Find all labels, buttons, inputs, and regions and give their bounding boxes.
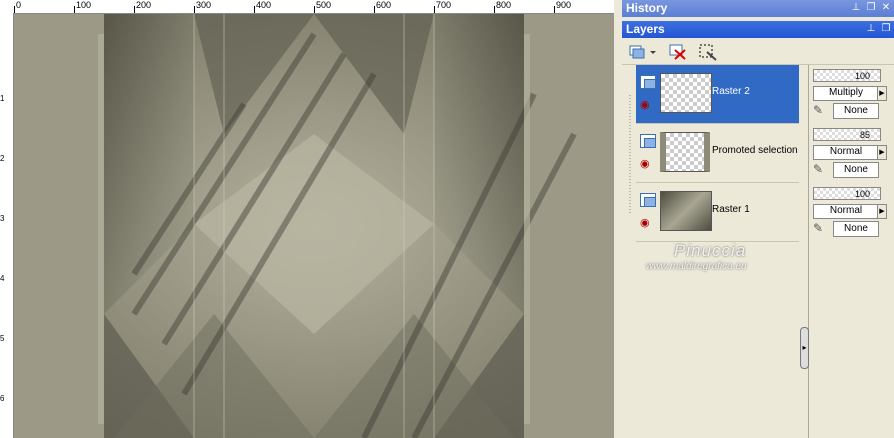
ruler-label: 900 <box>556 0 572 10</box>
image-canvas[interactable] <box>14 14 614 438</box>
layer-group-bracket <box>629 95 631 215</box>
canvas-artwork <box>14 14 614 438</box>
ruler-label: 1 <box>0 94 5 103</box>
layer-thumbnail <box>660 191 712 231</box>
restore-icon[interactable]: ❐ <box>880 22 892 36</box>
layer-name: Promoted selection <box>712 145 798 156</box>
delete-layer-icon <box>669 44 686 60</box>
ruler-label: 600 <box>376 0 392 10</box>
new-layer-icon <box>629 45 645 59</box>
layers-palette[interactable]: Layers ⊥ ❐ ◉ Raster 2 ◉ Promoted selecti… <box>622 21 894 438</box>
eye-icon[interactable]: ◉ <box>640 100 654 111</box>
ruler-label: 400 <box>256 0 272 10</box>
ruler-label: 5 <box>0 334 5 343</box>
new-layer-button[interactable] <box>626 41 650 63</box>
blend-mode-select[interactable]: Multiply <box>813 86 879 101</box>
edit-selection-icon <box>699 44 717 61</box>
close-icon[interactable]: ✕ <box>880 1 892 15</box>
pin-icon[interactable]: ⊥ <box>850 1 862 15</box>
layer-properties: 100 Multiply ▶ ✎ None 85 Normal ▶ ✎ None… <box>809 65 894 438</box>
edit-selection-button[interactable] <box>696 41 720 63</box>
horizontal-ruler: 0 100 200 300 400 500 600 700 800 900 <box>0 0 615 14</box>
delete-layer-button[interactable] <box>666 41 690 63</box>
opacity-slider[interactable]: 100 <box>813 69 881 82</box>
opacity-slider[interactable]: 100 <box>813 187 881 200</box>
chevron-down-icon <box>650 51 656 54</box>
blend-mode-select[interactable]: Normal <box>813 204 879 219</box>
layer-props-raster-2: 100 Multiply ▶ ✎ None <box>811 69 893 127</box>
chevron-right-icon[interactable]: ▶ <box>877 204 887 219</box>
ruler-label: 6 <box>0 394 5 403</box>
chevron-right-icon[interactable]: ▶ <box>877 145 887 160</box>
layer-name: Raster 1 <box>712 204 750 215</box>
ruler-label: 100 <box>76 0 92 10</box>
layer-list: ◉ Raster 2 ◉ Promoted selection ◉ Raster… <box>622 65 809 438</box>
new-layer-dropdown[interactable] <box>648 41 658 63</box>
watermark-name: Pinuccia <box>674 241 747 260</box>
layer-thumbnail <box>660 73 712 113</box>
opacity-slider[interactable]: 85 <box>813 128 881 141</box>
ruler-label: 700 <box>436 0 452 10</box>
layers-title: Layers <box>622 21 894 38</box>
ruler-label: 200 <box>136 0 152 10</box>
mask-select[interactable]: None <box>833 103 879 119</box>
mask-select[interactable]: None <box>833 221 879 237</box>
layer-row-raster-1[interactable]: ◉ Raster 1 <box>636 183 799 242</box>
layer-row-raster-2[interactable]: ◉ Raster 2 <box>636 65 799 124</box>
ruler-label: 4 <box>0 274 5 283</box>
raster-layer-icon <box>640 193 656 207</box>
ruler-label: 2 <box>0 154 5 163</box>
ruler-label: 300 <box>196 0 212 10</box>
pin-icon[interactable]: ⊥ <box>865 22 877 36</box>
raster-layer-icon <box>640 75 656 89</box>
lock-icon[interactable]: ✎ <box>813 162 827 176</box>
lock-icon[interactable]: ✎ <box>813 221 827 235</box>
blend-mode-select[interactable]: Normal <box>813 145 879 160</box>
chevron-right-icon[interactable]: ▶ <box>877 86 887 101</box>
vertical-ruler: 1 2 3 4 5 6 <box>0 13 14 438</box>
restore-icon[interactable]: ❐ <box>865 1 877 15</box>
panel-divider <box>614 0 622 438</box>
ruler-label: 500 <box>316 0 332 10</box>
mask-select[interactable]: None <box>833 162 879 178</box>
history-palette[interactable]: History ⊥ ❐ ✕ <box>622 0 894 18</box>
ruler-label: 0 <box>16 0 22 10</box>
panel-collapse-handle[interactable]: ▸ <box>800 327 809 369</box>
ruler-label: 800 <box>496 0 512 10</box>
watermark-url: www.maldiregrafica.eu <box>646 261 747 272</box>
layers-toolbar <box>622 38 894 65</box>
eye-icon[interactable]: ◉ <box>640 159 654 170</box>
watermark: Pinuccia www.maldiregrafica.eu <box>646 241 806 272</box>
eye-icon[interactable]: ◉ <box>640 218 654 229</box>
layer-props-promoted-selection: 85 Normal ▶ ✎ None <box>811 128 893 186</box>
layer-thumbnail <box>660 132 710 172</box>
layer-props-raster-1: 100 Normal ▶ ✎ None <box>811 187 893 245</box>
ruler-label: 3 <box>0 214 5 223</box>
layer-row-promoted-selection[interactable]: ◉ Promoted selection <box>636 124 799 183</box>
layer-name: Raster 2 <box>712 86 750 97</box>
lock-icon[interactable]: ✎ <box>813 103 827 117</box>
raster-layer-icon <box>640 134 656 148</box>
